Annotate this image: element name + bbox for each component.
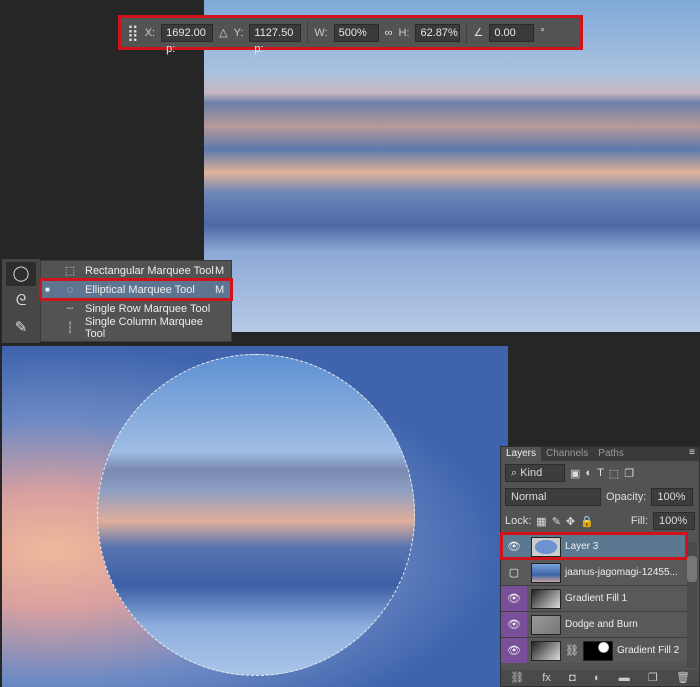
y-label: Y:: [233, 26, 244, 39]
scroll-thumb[interactable]: [687, 556, 697, 582]
tab-channels[interactable]: Channels: [541, 447, 593, 461]
elliptical-marquee-icon: ◌: [66, 283, 74, 296]
blend-mode-select[interactable]: Normal: [505, 488, 601, 506]
angle-icon: ∠: [473, 27, 484, 39]
single-column-marquee-icon: ┆: [66, 322, 74, 334]
lasso-icon[interactable]: ᘓ: [6, 289, 36, 313]
layer-thumbnail: [531, 640, 561, 661]
shortcut-key: M: [215, 283, 225, 296]
lock-image-icon[interactable]: ✎: [552, 515, 561, 528]
fill-field[interactable]: 100%: [653, 512, 695, 530]
adjustment-filter-icon[interactable]: ◐: [585, 467, 592, 479]
lock-position-icon[interactable]: ✥: [566, 515, 575, 528]
layers-footer: ⛓ fx ◘ ◐ ▬ ❐ 🗑: [501, 670, 699, 686]
lock-label: Lock:: [505, 515, 532, 527]
layer-row[interactable]: ▢ jaanus-jagomagi-12455...: [501, 559, 687, 585]
marquee-tool-flyout: ⬚ Rectangular Marquee Tool M ■ ◌ Elliptical M…: [39, 260, 233, 342]
reference-point-grid-icon[interactable]: ⣿: [127, 23, 139, 43]
degree-symbol: °: [540, 26, 545, 39]
tools-panel: ◯ ᘓ ✎: [2, 259, 40, 343]
flyout-item-rectangular-marquee-tool[interactable]: ⬚ Rectangular Marquee Tool M: [41, 261, 231, 280]
layer-thumbnail: [531, 536, 561, 557]
transform-options-bar: ⣿ X: 1692.00 p: △ Y: 1127.50 p: W: 500% …: [118, 15, 583, 55]
x-label: X:: [144, 26, 156, 39]
eye-icon[interactable]: 👁: [501, 638, 527, 663]
kind-filter-select[interactable]: ⌕ Kind: [505, 464, 565, 482]
divider: [307, 21, 309, 44]
layer-name: Dodge and Burn: [565, 619, 638, 630]
add-mask-icon[interactable]: ◘: [569, 670, 576, 686]
panel-tabs: Layers Channels Paths ≡: [501, 447, 699, 461]
flyout-item-label: Elliptical Marquee Tool: [85, 283, 195, 296]
layer-row[interactable]: 👁 Gradient Fill 1: [501, 585, 687, 611]
layer-thumbnail: [531, 562, 561, 583]
opacity-field[interactable]: 100%: [651, 488, 694, 506]
layer-row[interactable]: 👁 ⛓ Gradient Fill 2: [501, 637, 687, 663]
selected-dot: ■: [45, 285, 50, 294]
link-layers-icon[interactable]: ⛓: [510, 670, 524, 686]
mask-link-icon[interactable]: ⛓: [565, 644, 579, 657]
quick-selection-icon[interactable]: ✎: [6, 316, 36, 340]
lock-all-icon[interactable]: 🔒: [580, 515, 594, 528]
flyout-item-elliptical-marquee-tool[interactable]: ■ ◌ Elliptical Marquee Tool M: [39, 278, 233, 301]
layers-panel: Layers Channels Paths ≡ ⌕ Kind ▣ ◐ T ⬚ ❐…: [500, 446, 700, 687]
width-field[interactable]: 500%: [333, 23, 379, 42]
triangle-icon[interactable]: △: [219, 26, 227, 39]
elliptical-marquee-icon[interactable]: ◯: [6, 262, 36, 286]
layer-row[interactable]: 👁 Layer 3: [500, 532, 688, 560]
layer-thumbnail: [531, 614, 561, 635]
shortcut-key: M: [215, 264, 225, 277]
layer-row[interactable]: 👁 Dodge and Burn: [501, 611, 687, 637]
fill-label: Fill:: [630, 515, 648, 527]
flyout-item-single-column-marquee-tool[interactable]: ┆ Single Column Marquee Tool: [41, 315, 231, 340]
w-label: W:: [314, 26, 328, 39]
y-field[interactable]: 1127.50 p:: [249, 23, 302, 55]
flyout-item-label: Single Column Marquee Tool: [85, 315, 204, 340]
elliptical-selection: [97, 354, 415, 676]
canvas-bottom-image[interactable]: [2, 346, 508, 687]
layer-mask-thumbnail: [582, 640, 613, 661]
height-field[interactable]: 62.87%: [415, 23, 461, 42]
link-icon[interactable]: ∞: [385, 27, 393, 39]
visibility-off-box[interactable]: ▢: [501, 560, 527, 585]
x-field[interactable]: 1692.00 p:: [161, 23, 214, 55]
panel-menu-icon[interactable]: ≡: [689, 447, 699, 461]
type-filter-icon[interactable]: T: [597, 467, 604, 479]
angle-field[interactable]: 0.00: [489, 23, 535, 42]
single-row-marquee-icon: ┄: [66, 303, 74, 315]
eye-icon[interactable]: 👁: [501, 586, 527, 611]
tab-layers[interactable]: Layers: [501, 447, 542, 461]
shape-filter-icon[interactable]: ⬚: [609, 467, 619, 480]
layer-name: Gradient Fill 1: [565, 593, 628, 604]
layer-name: Gradient Fill 2: [616, 645, 680, 656]
layer-name: jaanus-jagomagi-12455...: [565, 567, 678, 578]
flyout-item-label: Single Row Marquee Tool: [85, 302, 211, 315]
eye-icon[interactable]: 👁: [501, 534, 527, 559]
divider: [466, 21, 468, 44]
layer-name: Layer 3: [565, 541, 599, 552]
delete-layer-icon[interactable]: 🗑: [676, 670, 690, 686]
kind-label: Kind: [520, 467, 543, 479]
tab-paths[interactable]: Paths: [593, 447, 629, 461]
pixel-filter-icon[interactable]: ▣: [570, 467, 580, 480]
flyout-item-label: Rectangular Marquee Tool: [85, 264, 214, 277]
adjustment-layer-icon[interactable]: ◐: [594, 670, 601, 686]
eye-icon[interactable]: 👁: [501, 612, 527, 637]
fx-icon[interactable]: fx: [542, 670, 551, 686]
rectangular-marquee-icon: ⬚: [64, 265, 76, 277]
layers-scrollbar[interactable]: [687, 542, 697, 668]
layer-list: 👁 Layer 3 ▢ jaanus-jagomagi-12455... 👁 Gradie…: [500, 532, 699, 663]
h-label: H:: [398, 26, 410, 39]
new-layer-icon[interactable]: ❐: [648, 670, 658, 686]
opacity-label: Opacity:: [606, 491, 647, 503]
smart-object-filter-icon[interactable]: ❐: [624, 467, 634, 480]
layer-thumbnail: [531, 588, 561, 609]
lock-transparent-icon[interactable]: ▦: [536, 515, 546, 528]
new-group-icon[interactable]: ▬: [619, 670, 630, 686]
